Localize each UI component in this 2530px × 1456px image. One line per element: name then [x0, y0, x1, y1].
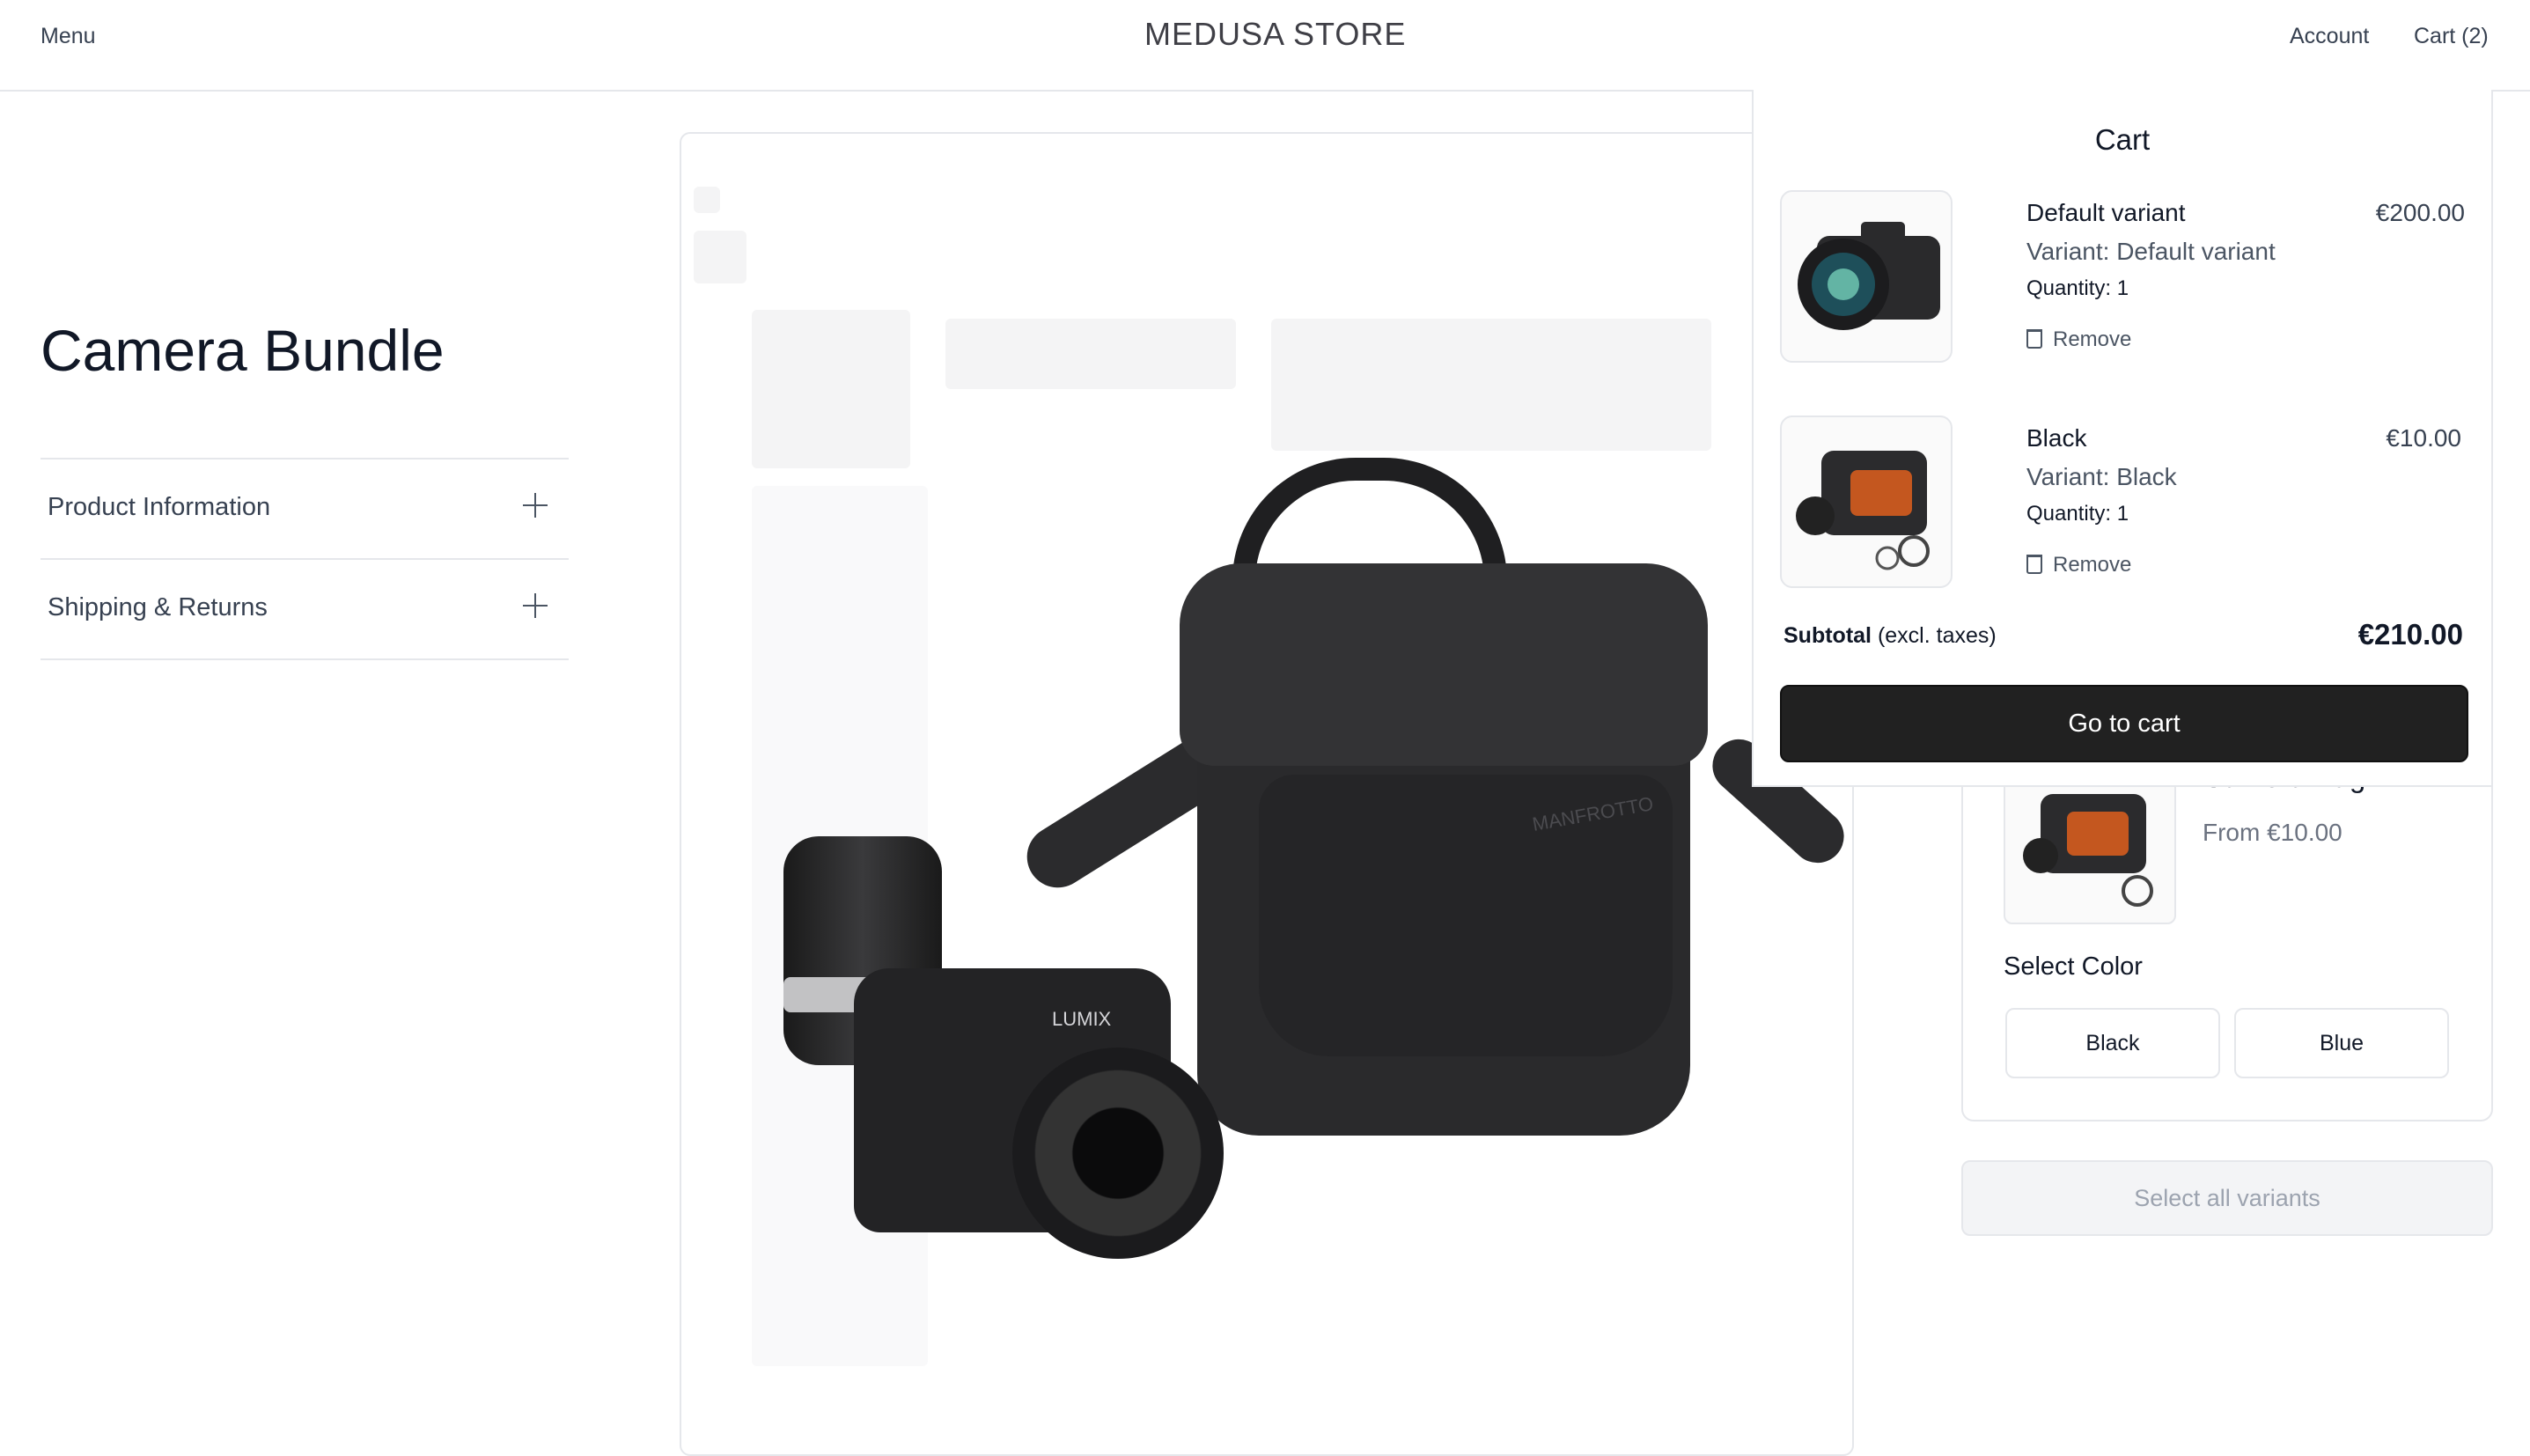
plus-icon[interactable] [523, 493, 548, 518]
faint-background-shape [945, 319, 1236, 389]
camera-lens-shape [1012, 1048, 1224, 1259]
camera-thumbnail[interactable] [1780, 190, 1953, 363]
faint-background-shape [1271, 319, 1711, 451]
cart-item-price: €10.00 [2386, 424, 2461, 452]
accordion-label: Shipping & Returns [48, 593, 268, 621]
faint-thumbnail [694, 231, 746, 283]
cart-item-name[interactable]: Default variant [2026, 199, 2186, 227]
cart-item-quantity: Quantity: 1 [2026, 276, 2129, 300]
plus-icon[interactable] [523, 593, 548, 618]
bag-lid-shape [1180, 563, 1708, 766]
cart-item-variant: Variant: Default variant [2026, 238, 2276, 265]
cart-title: Cart [2094, 123, 2151, 156]
color-option-blue[interactable]: Blue [2234, 1008, 2449, 1078]
accordion-product-information[interactable]: Product Information [40, 458, 569, 558]
cart-item-variant: Variant: Black [2026, 463, 2177, 490]
faint-thumbnail [694, 187, 720, 213]
cart-link[interactable]: Cart (2) [2414, 24, 2489, 49]
store-logo[interactable]: MEDUSA STORE [1144, 16, 1406, 53]
cart-item-name[interactable]: Black [2026, 424, 2086, 452]
subtotal-title: Subtotal [1784, 623, 1872, 648]
accordion-shipping-returns[interactable]: Shipping & Returns [40, 558, 569, 660]
top-nav: Menu MEDUSA STORE Account Cart (2) [0, 0, 2530, 92]
remove-button[interactable]: Remove [2026, 553, 2131, 577]
faint-background-shape [752, 310, 910, 468]
select-color-label: Select Color [2004, 952, 2143, 981]
menu-button[interactable]: Menu [40, 24, 96, 49]
bundle-item-price: From €10.00 [2203, 819, 2342, 846]
trash-icon [2026, 555, 2042, 574]
remove-button[interactable]: Remove [2026, 327, 2131, 352]
select-all-variants-button[interactable]: Select all variants [1961, 1160, 2493, 1236]
remove-label: Remove [2053, 553, 2132, 577]
camera-brand-text: LUMIX [1052, 1008, 1112, 1030]
subtotal-label: Subtotal (excl. taxes) [1784, 623, 1997, 649]
subtotal-note: (excl. taxes) [1877, 623, 1997, 648]
cart-item-price: €200.00 [2375, 199, 2465, 226]
remove-label: Remove [2053, 327, 2132, 351]
cart-dropdown: Cart Default variant €200.00 Variant: De… [1752, 90, 2493, 787]
camera-bag-thumbnail[interactable] [1780, 415, 1953, 588]
account-link[interactable]: Account [2290, 24, 2369, 49]
color-option-black[interactable]: Black [2005, 1008, 2220, 1078]
cart-item-quantity: Quantity: 1 [2026, 502, 2129, 526]
go-to-cart-button[interactable]: Go to cart [1780, 685, 2468, 762]
subtotal-value: €210.00 [2357, 618, 2463, 651]
trash-icon [2026, 329, 2042, 349]
product-title: Camera Bundle [40, 318, 445, 383]
accordion-label: Product Information [48, 493, 271, 521]
